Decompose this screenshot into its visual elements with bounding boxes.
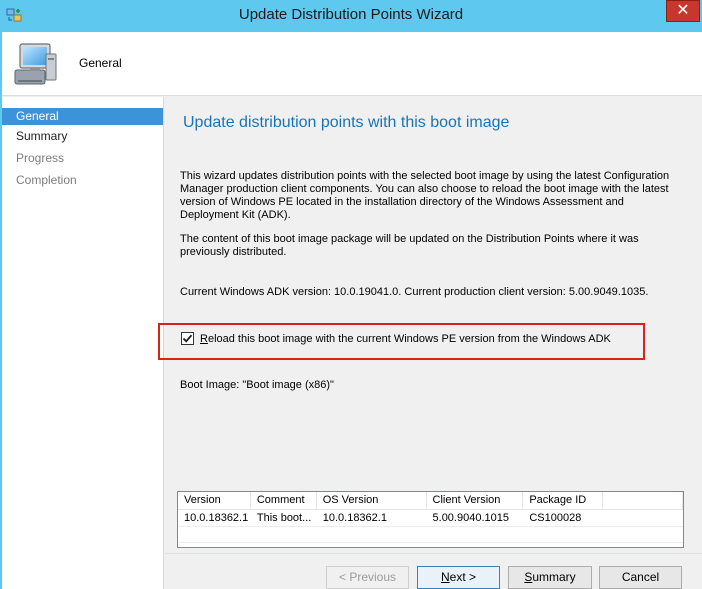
boot-image-table[interactable]: Version Comment OS Version Client Versio… bbox=[177, 491, 684, 548]
version-info: Current Windows ADK version: 10.0.19041.… bbox=[180, 286, 649, 298]
cell-comment: This boot... bbox=[256, 512, 312, 524]
previous-button[interactable]: < Previous bbox=[326, 566, 409, 589]
cell-os-version: 10.0.18362.1 bbox=[322, 512, 387, 524]
column-header-version[interactable]: Version bbox=[178, 492, 251, 510]
column-header-client-version[interactable]: Client Version bbox=[427, 492, 524, 510]
table-header: Version Comment OS Version Client Versio… bbox=[178, 492, 684, 510]
empty-cell bbox=[317, 527, 427, 543]
cell-version: 10.0.18362.1 bbox=[184, 512, 249, 524]
checkmark-icon bbox=[182, 334, 193, 343]
column-header-comment[interactable]: Comment bbox=[251, 492, 317, 510]
nav-item-general[interactable]: General bbox=[2, 108, 163, 125]
main-panel: Update distribution points with this boo… bbox=[158, 97, 702, 589]
wizard-window: Update Distribution Points Wizard ✕ Gene… bbox=[0, 0, 702, 589]
table-empty-row bbox=[178, 527, 683, 543]
empty-cell bbox=[178, 527, 251, 543]
window-title: Update Distribution Points Wizard bbox=[238, 6, 464, 23]
reload-checkbox-row[interactable]: Reload this boot image with the current … bbox=[181, 332, 611, 345]
table-row[interactable]: 10.0.18362.1 This boot... 10.0.18362.1 5… bbox=[178, 510, 683, 527]
nav-item-completion: Completion bbox=[16, 173, 77, 187]
reload-checkbox[interactable] bbox=[181, 332, 194, 345]
column-header-empty bbox=[603, 492, 684, 510]
empty-cell bbox=[524, 527, 604, 543]
column-header-package-id[interactable]: Package ID bbox=[523, 492, 604, 510]
next-button[interactable]: Next > bbox=[417, 566, 500, 589]
nav-item-summary[interactable]: Summary bbox=[2, 125, 163, 147]
computer-icon bbox=[14, 43, 57, 85]
page-heading: Update distribution points with this boo… bbox=[183, 114, 510, 131]
column-header-os-version[interactable]: OS Version bbox=[317, 492, 427, 510]
nav-item-progress: Progress bbox=[16, 151, 65, 165]
reload-label-rest: eload this boot image with the current W… bbox=[207, 332, 611, 345]
close-icon: ✕ bbox=[676, 2, 690, 19]
description-text: This wizard updates distribution points … bbox=[180, 170, 670, 221]
header-title: General bbox=[79, 56, 122, 70]
cell-package-id: CS100028 bbox=[529, 512, 582, 524]
distribution-note: The content of this boot image package w… bbox=[180, 233, 639, 258]
reload-accesskey: R bbox=[200, 332, 208, 345]
cell-empty bbox=[603, 510, 683, 526]
cancel-button[interactable]: Cancel bbox=[599, 566, 682, 589]
wizard-nav: General Summary Progress Completion bbox=[2, 97, 164, 589]
boot-image-label: Boot Image: "Boot image (x86)" bbox=[180, 379, 334, 391]
cell-client-version: 5.00.9040.1015 bbox=[432, 512, 509, 524]
summary-button[interactable]: Summary bbox=[508, 566, 592, 589]
close-button[interactable]: ✕ bbox=[666, 0, 700, 22]
empty-cell bbox=[251, 527, 317, 543]
wizard-footer: < Previous Next > Summary Cancel bbox=[165, 553, 702, 589]
title-bar[interactable]: Update Distribution Points Wizard ✕ bbox=[0, 0, 702, 32]
wizard-header: General bbox=[2, 32, 702, 96]
empty-cell bbox=[427, 527, 524, 543]
reload-checkbox-label[interactable]: Reload this boot image with the current … bbox=[200, 333, 611, 345]
client-area: General General Summary Progress Complet… bbox=[2, 32, 702, 589]
